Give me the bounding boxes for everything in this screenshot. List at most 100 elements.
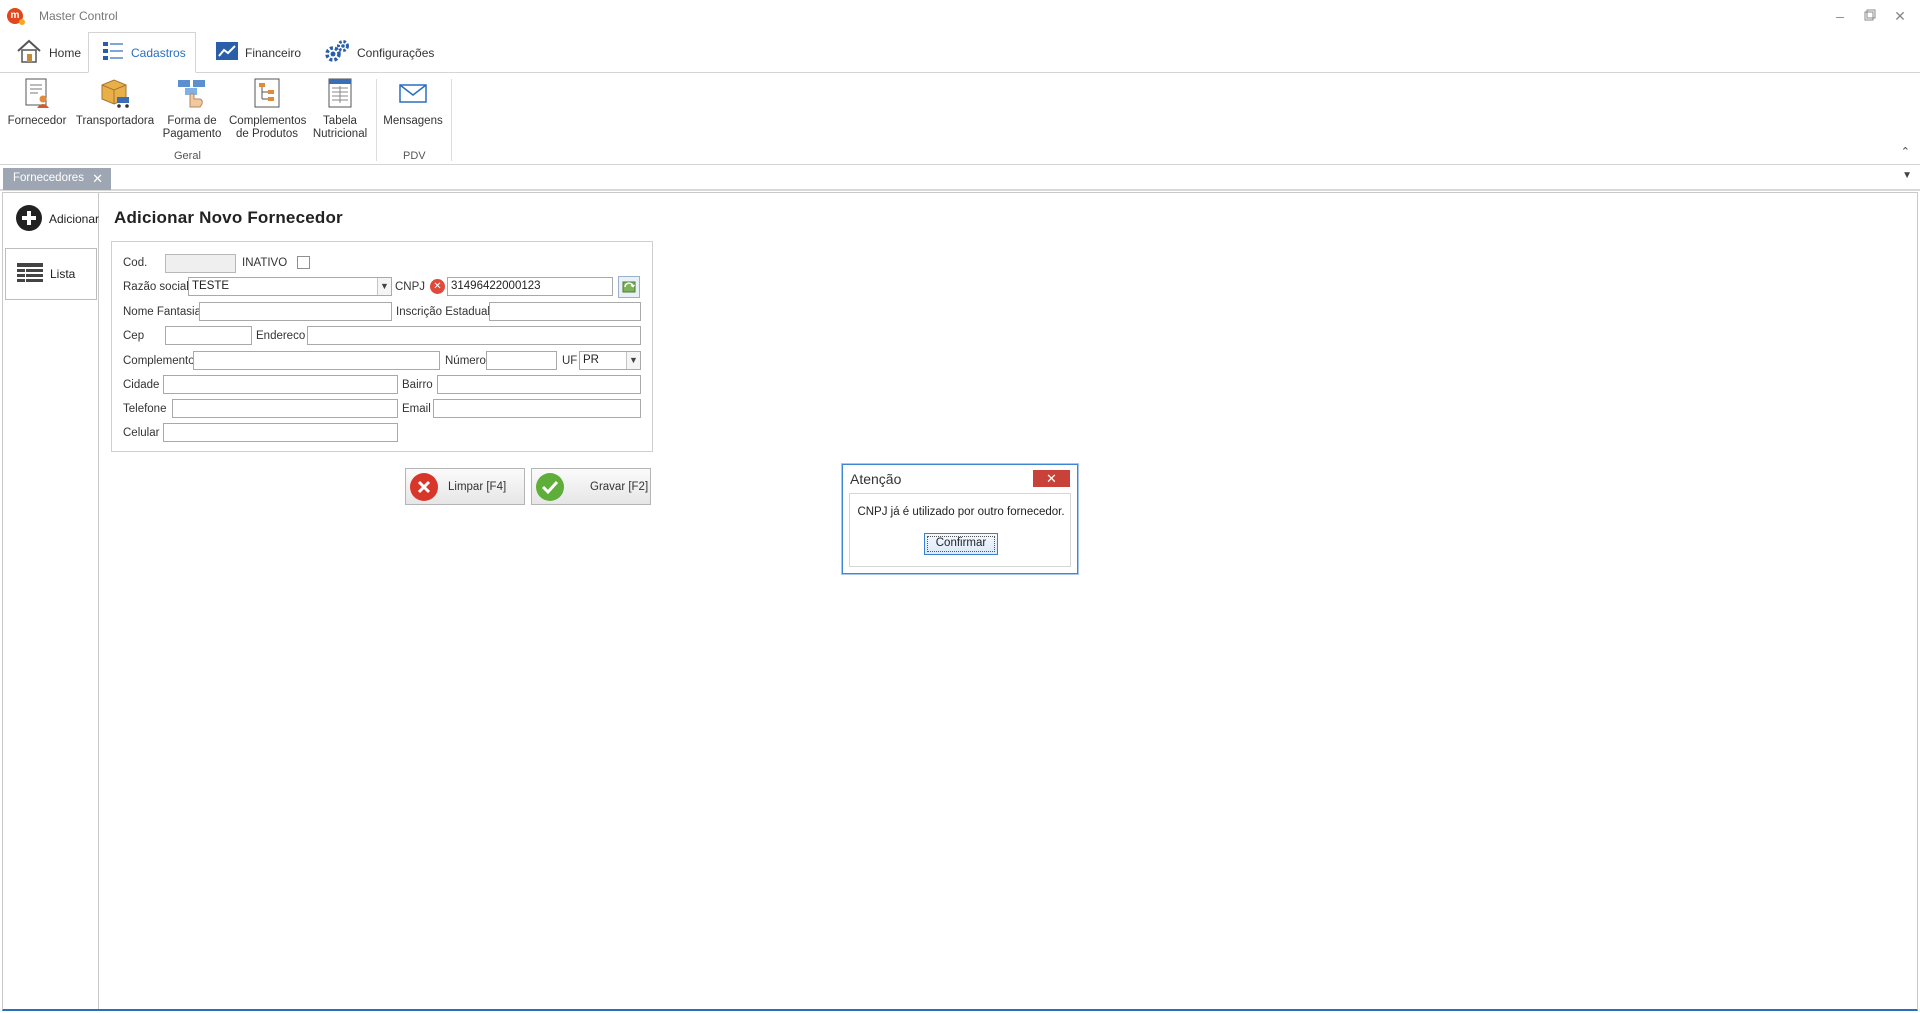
bairro-field[interactable] [437, 375, 641, 394]
dialog-content: CNPJ já é utilizado por outro fornecedor… [849, 493, 1071, 567]
cidade-field[interactable] [163, 375, 398, 394]
tab-financeiro[interactable]: Financeiro [203, 32, 313, 73]
title-bar: m Master Control – ✕ [0, 0, 1920, 32]
uf-value: PR [583, 354, 599, 366]
group-separator [376, 79, 377, 161]
tab-cadastros-label: Cadastros [131, 45, 186, 60]
add-circle-icon [15, 204, 43, 235]
app-window: m Master Control – ✕ Home Cadastros Fina… [0, 0, 1920, 1013]
complemento-field[interactable] [193, 351, 440, 370]
mensagens-label: Mensagens [383, 115, 443, 127]
inativo-checkbox[interactable] [297, 256, 310, 269]
collapse-ribbon-icon[interactable]: ⌃ [1901, 145, 1910, 158]
cnpj-label: CNPJ [395, 281, 426, 293]
endereco-field[interactable] [307, 326, 641, 345]
fornecedor-button[interactable]: Fornecedor [6, 77, 68, 128]
mensagens-button[interactable]: Mensagens [381, 77, 445, 128]
group-label-pdv: PDV [403, 150, 426, 162]
gravar-label: Gravar [F2] [590, 480, 649, 493]
adicionar-button[interactable]: Adicionar [5, 193, 100, 245]
document-tree-icon [251, 77, 283, 109]
nome-fantasia-field[interactable] [199, 302, 392, 321]
alert-dialog: Atenção ✕ CNPJ já é utilizado por outro … [842, 464, 1078, 574]
chevron-down-icon[interactable]: ▼ [626, 352, 640, 369]
uf-select[interactable]: PR ▼ [579, 351, 641, 370]
tabela-label-1: Tabela [323, 115, 357, 127]
inscricao-estadual-field[interactable] [489, 302, 641, 321]
tab-configuracoes-label: Configurações [357, 45, 435, 60]
envelope-icon [397, 77, 429, 109]
group-label-geral: Geral [174, 150, 201, 162]
cod-label: Cod. [123, 257, 148, 269]
forma-pagamento-label-2: Pagamento [162, 128, 222, 140]
forma-pagamento-label-1: Forma de [167, 115, 217, 127]
tab-configuracoes[interactable]: Configurações [311, 32, 446, 73]
ribbon-body: Fornecedor Transportadora Forma de Pagam… [0, 73, 1920, 165]
endereco-label: Endereco [256, 330, 306, 342]
numero-field[interactable] [486, 351, 557, 370]
fornecedor-label: Fornecedor [7, 115, 67, 127]
workspace: Adicionar Lista Adicionar Novo Fornecedo… [2, 192, 1918, 1011]
supplier-form: Cod. INATIVO Razão social TESTE ▼ CNPJ ✕… [111, 241, 653, 452]
cnpj-field[interactable]: 31496422000123 [447, 277, 613, 296]
minimize-icon[interactable]: – [1830, 7, 1850, 25]
bairro-label: Bairro [402, 379, 433, 391]
gears-icon [323, 38, 351, 67]
chevron-down-icon[interactable]: ▼ [377, 278, 391, 295]
restore-icon[interactable] [1860, 7, 1880, 25]
app-title: Master Control [39, 9, 118, 23]
chart-icon [215, 40, 239, 65]
list-icon [101, 39, 125, 66]
telefone-label: Telefone [123, 403, 167, 415]
tab-list-dropdown-icon[interactable]: ▼ [1902, 170, 1912, 181]
razao-social-value: TESTE [192, 280, 230, 292]
tabela-label-2: Nutricional [312, 128, 368, 140]
cidade-label: Cidade [123, 379, 160, 391]
celular-field[interactable] [163, 423, 398, 442]
lista-button[interactable]: Lista [5, 248, 97, 300]
ribbon-tabs: Home Cadastros Financeiro Configurações [0, 32, 1920, 73]
tab-financeiro-label: Financeiro [245, 45, 302, 60]
limpar-button[interactable]: Limpar [F4] [405, 468, 525, 505]
tab-home[interactable]: Home [3, 32, 93, 73]
cep-label: Cep [123, 330, 145, 342]
cep-field[interactable] [165, 326, 252, 345]
grid-list-icon [16, 261, 44, 288]
email-field[interactable] [433, 399, 641, 418]
cnpj-lookup-button[interactable] [618, 276, 640, 298]
inativo-label: INATIVO [242, 257, 288, 269]
complementos-produtos-button[interactable]: Complementos de Produtos [229, 77, 306, 141]
tabela-nutricional-button[interactable]: Tabela Nutricional [310, 77, 370, 141]
tab-home-label: Home [49, 45, 82, 60]
inscricao-estadual-label: Inscrição Estadual [396, 306, 490, 318]
dialog-close-button[interactable]: ✕ [1033, 470, 1070, 487]
app-logo-icon: m [7, 8, 25, 25]
close-tab-icon[interactable]: ✕ [92, 171, 103, 187]
celular-label: Celular [123, 427, 160, 439]
tab-fornecedores-label: Fornecedores [13, 172, 84, 184]
adicionar-label: Adicionar [49, 212, 100, 226]
email-label: Email [402, 403, 431, 415]
tab-cadastros[interactable]: Cadastros [88, 32, 196, 73]
house-icon [15, 38, 43, 67]
clear-x-icon [410, 472, 438, 501]
dialog-message: CNPJ já é utilizado por outro fornecedor… [857, 506, 1065, 518]
confirmar-button[interactable]: Confirmar [924, 533, 998, 555]
gravar-button[interactable]: Gravar [F2] [531, 468, 651, 505]
complemento-label: Complemento [123, 355, 195, 367]
razao-social-combo[interactable]: TESTE ▼ [188, 277, 392, 296]
nome-fantasia-label: Nome Fantasia [123, 306, 201, 318]
tab-fornecedores[interactable]: Fornecedores ✕ [3, 168, 111, 190]
complementos-label-2: de Produtos [235, 128, 298, 140]
document-tab-strip: Fornecedores ✕ ▼ [0, 166, 1920, 191]
close-window-icon[interactable]: ✕ [1890, 7, 1910, 25]
uf-label: UF [562, 355, 578, 367]
save-check-icon [536, 472, 564, 501]
dialog-title: Atenção [850, 471, 902, 487]
telefone-field[interactable] [172, 399, 398, 418]
table-document-icon [324, 77, 356, 109]
supplier-icon [21, 77, 53, 109]
group-separator [451, 79, 452, 161]
transportadora-button[interactable]: Transportadora [75, 77, 155, 128]
forma-pagamento-button[interactable]: Forma de Pagamento [162, 77, 222, 141]
